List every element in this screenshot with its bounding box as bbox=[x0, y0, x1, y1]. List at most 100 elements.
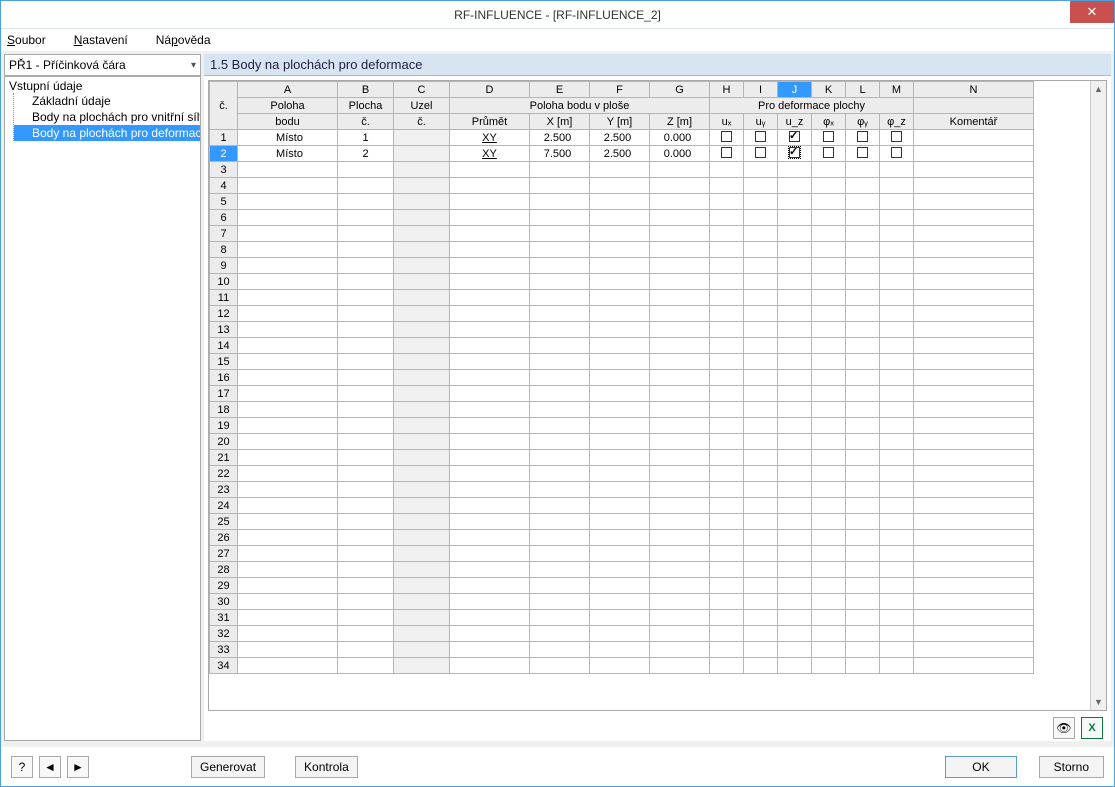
cell-empty[interactable] bbox=[778, 194, 812, 210]
cell-empty[interactable] bbox=[450, 242, 530, 258]
table-row[interactable]: 26 bbox=[210, 530, 1034, 546]
cell-empty[interactable] bbox=[450, 418, 530, 434]
table-row[interactable]: 1Místo1XY2.5002.5000.000 bbox=[210, 130, 1034, 146]
col-letter-E[interactable]: E bbox=[530, 82, 590, 98]
row-number[interactable]: 25 bbox=[210, 514, 238, 530]
cell-empty[interactable] bbox=[744, 530, 778, 546]
cell-empty[interactable] bbox=[394, 450, 450, 466]
cell-empty[interactable] bbox=[778, 258, 812, 274]
cell-x[interactable]: 7.500 bbox=[530, 146, 590, 162]
cell-empty[interactable] bbox=[710, 642, 744, 658]
cell-empty[interactable] bbox=[650, 274, 710, 290]
checkbox[interactable] bbox=[891, 147, 902, 158]
cell-empty[interactable] bbox=[590, 450, 650, 466]
cell-empty[interactable] bbox=[450, 338, 530, 354]
cell-empty[interactable] bbox=[394, 658, 450, 674]
cell-empty[interactable] bbox=[914, 162, 1034, 178]
checkbox[interactable] bbox=[755, 131, 766, 142]
row-number[interactable]: 12 bbox=[210, 306, 238, 322]
row-number[interactable]: 29 bbox=[210, 578, 238, 594]
cell-empty[interactable] bbox=[710, 258, 744, 274]
cell-phiz[interactable] bbox=[880, 130, 914, 146]
cell-empty[interactable] bbox=[338, 210, 394, 226]
cell-empty[interactable] bbox=[338, 482, 394, 498]
cell-empty[interactable] bbox=[846, 642, 880, 658]
cell-empty[interactable] bbox=[880, 210, 914, 226]
cell-empty[interactable] bbox=[744, 274, 778, 290]
cell-empty[interactable] bbox=[914, 194, 1034, 210]
cell-empty[interactable] bbox=[880, 562, 914, 578]
cell-empty[interactable] bbox=[590, 514, 650, 530]
cell-empty[interactable] bbox=[880, 386, 914, 402]
cell-empty[interactable] bbox=[880, 418, 914, 434]
cell-empty[interactable] bbox=[880, 610, 914, 626]
cell-empty[interactable] bbox=[238, 642, 338, 658]
cell-empty[interactable] bbox=[744, 338, 778, 354]
cell-empty[interactable] bbox=[880, 434, 914, 450]
cell-empty[interactable] bbox=[650, 162, 710, 178]
ok-button[interactable]: OK bbox=[945, 756, 1016, 778]
cell-empty[interactable] bbox=[846, 258, 880, 274]
table-row[interactable]: 18 bbox=[210, 402, 1034, 418]
cell-empty[interactable] bbox=[812, 626, 846, 642]
cell-empty[interactable] bbox=[744, 178, 778, 194]
cell-empty[interactable] bbox=[812, 210, 846, 226]
cell-empty[interactable] bbox=[450, 482, 530, 498]
col-letter-B[interactable]: B bbox=[338, 82, 394, 98]
table-row[interactable]: 20 bbox=[210, 434, 1034, 450]
cell-empty[interactable] bbox=[914, 434, 1034, 450]
cell-empty[interactable] bbox=[590, 178, 650, 194]
cell-empty[interactable] bbox=[710, 530, 744, 546]
table-row[interactable]: 13 bbox=[210, 322, 1034, 338]
cell-empty[interactable] bbox=[914, 402, 1034, 418]
cell-empty[interactable] bbox=[338, 530, 394, 546]
cell-z[interactable]: 0.000 bbox=[650, 130, 710, 146]
table-row[interactable]: 27 bbox=[210, 546, 1034, 562]
cell-empty[interactable] bbox=[394, 194, 450, 210]
cell-empty[interactable] bbox=[338, 258, 394, 274]
cell-empty[interactable] bbox=[778, 178, 812, 194]
cell-empty[interactable] bbox=[744, 354, 778, 370]
cell-empty[interactable] bbox=[744, 226, 778, 242]
cell-empty[interactable] bbox=[778, 562, 812, 578]
cell-empty[interactable] bbox=[530, 594, 590, 610]
cell-empty[interactable] bbox=[914, 610, 1034, 626]
cell-empty[interactable] bbox=[744, 594, 778, 610]
col-letter-M[interactable]: M bbox=[880, 82, 914, 98]
cell-empty[interactable] bbox=[450, 210, 530, 226]
cell-prumet[interactable]: XY bbox=[450, 130, 530, 146]
table-row[interactable]: 30 bbox=[210, 594, 1034, 610]
cell-empty[interactable] bbox=[914, 578, 1034, 594]
cell-empty[interactable] bbox=[812, 546, 846, 562]
row-number[interactable]: 7 bbox=[210, 226, 238, 242]
cell-empty[interactable] bbox=[710, 610, 744, 626]
cell-empty[interactable] bbox=[650, 626, 710, 642]
cell-empty[interactable] bbox=[880, 594, 914, 610]
row-number[interactable]: 14 bbox=[210, 338, 238, 354]
case-combo[interactable]: PŘ1 - Příčinková čára ▾ bbox=[4, 54, 201, 76]
cell-empty[interactable] bbox=[590, 434, 650, 450]
cell-empty[interactable] bbox=[590, 274, 650, 290]
checkbox[interactable] bbox=[823, 147, 834, 158]
cell-empty[interactable] bbox=[450, 642, 530, 658]
cell-empty[interactable] bbox=[812, 514, 846, 530]
table-row[interactable]: 14 bbox=[210, 338, 1034, 354]
cell-empty[interactable] bbox=[778, 322, 812, 338]
cell-empty[interactable] bbox=[338, 402, 394, 418]
cell-empty[interactable] bbox=[778, 354, 812, 370]
menu-file[interactable]: Soubor bbox=[7, 33, 60, 47]
table-row[interactable]: 15 bbox=[210, 354, 1034, 370]
cell-empty[interactable] bbox=[650, 642, 710, 658]
col-letter-H[interactable]: H bbox=[710, 82, 744, 98]
cell-empty[interactable] bbox=[394, 626, 450, 642]
help-button[interactable]: ? bbox=[11, 756, 33, 778]
cell-empty[interactable] bbox=[812, 258, 846, 274]
table-row[interactable]: 19 bbox=[210, 418, 1034, 434]
cell-prumet[interactable]: XY bbox=[450, 146, 530, 162]
cell-empty[interactable] bbox=[846, 322, 880, 338]
row-number[interactable]: 33 bbox=[210, 642, 238, 658]
cell-empty[interactable] bbox=[238, 562, 338, 578]
cell-empty[interactable] bbox=[338, 546, 394, 562]
cell-empty[interactable] bbox=[778, 594, 812, 610]
cell-empty[interactable] bbox=[238, 418, 338, 434]
